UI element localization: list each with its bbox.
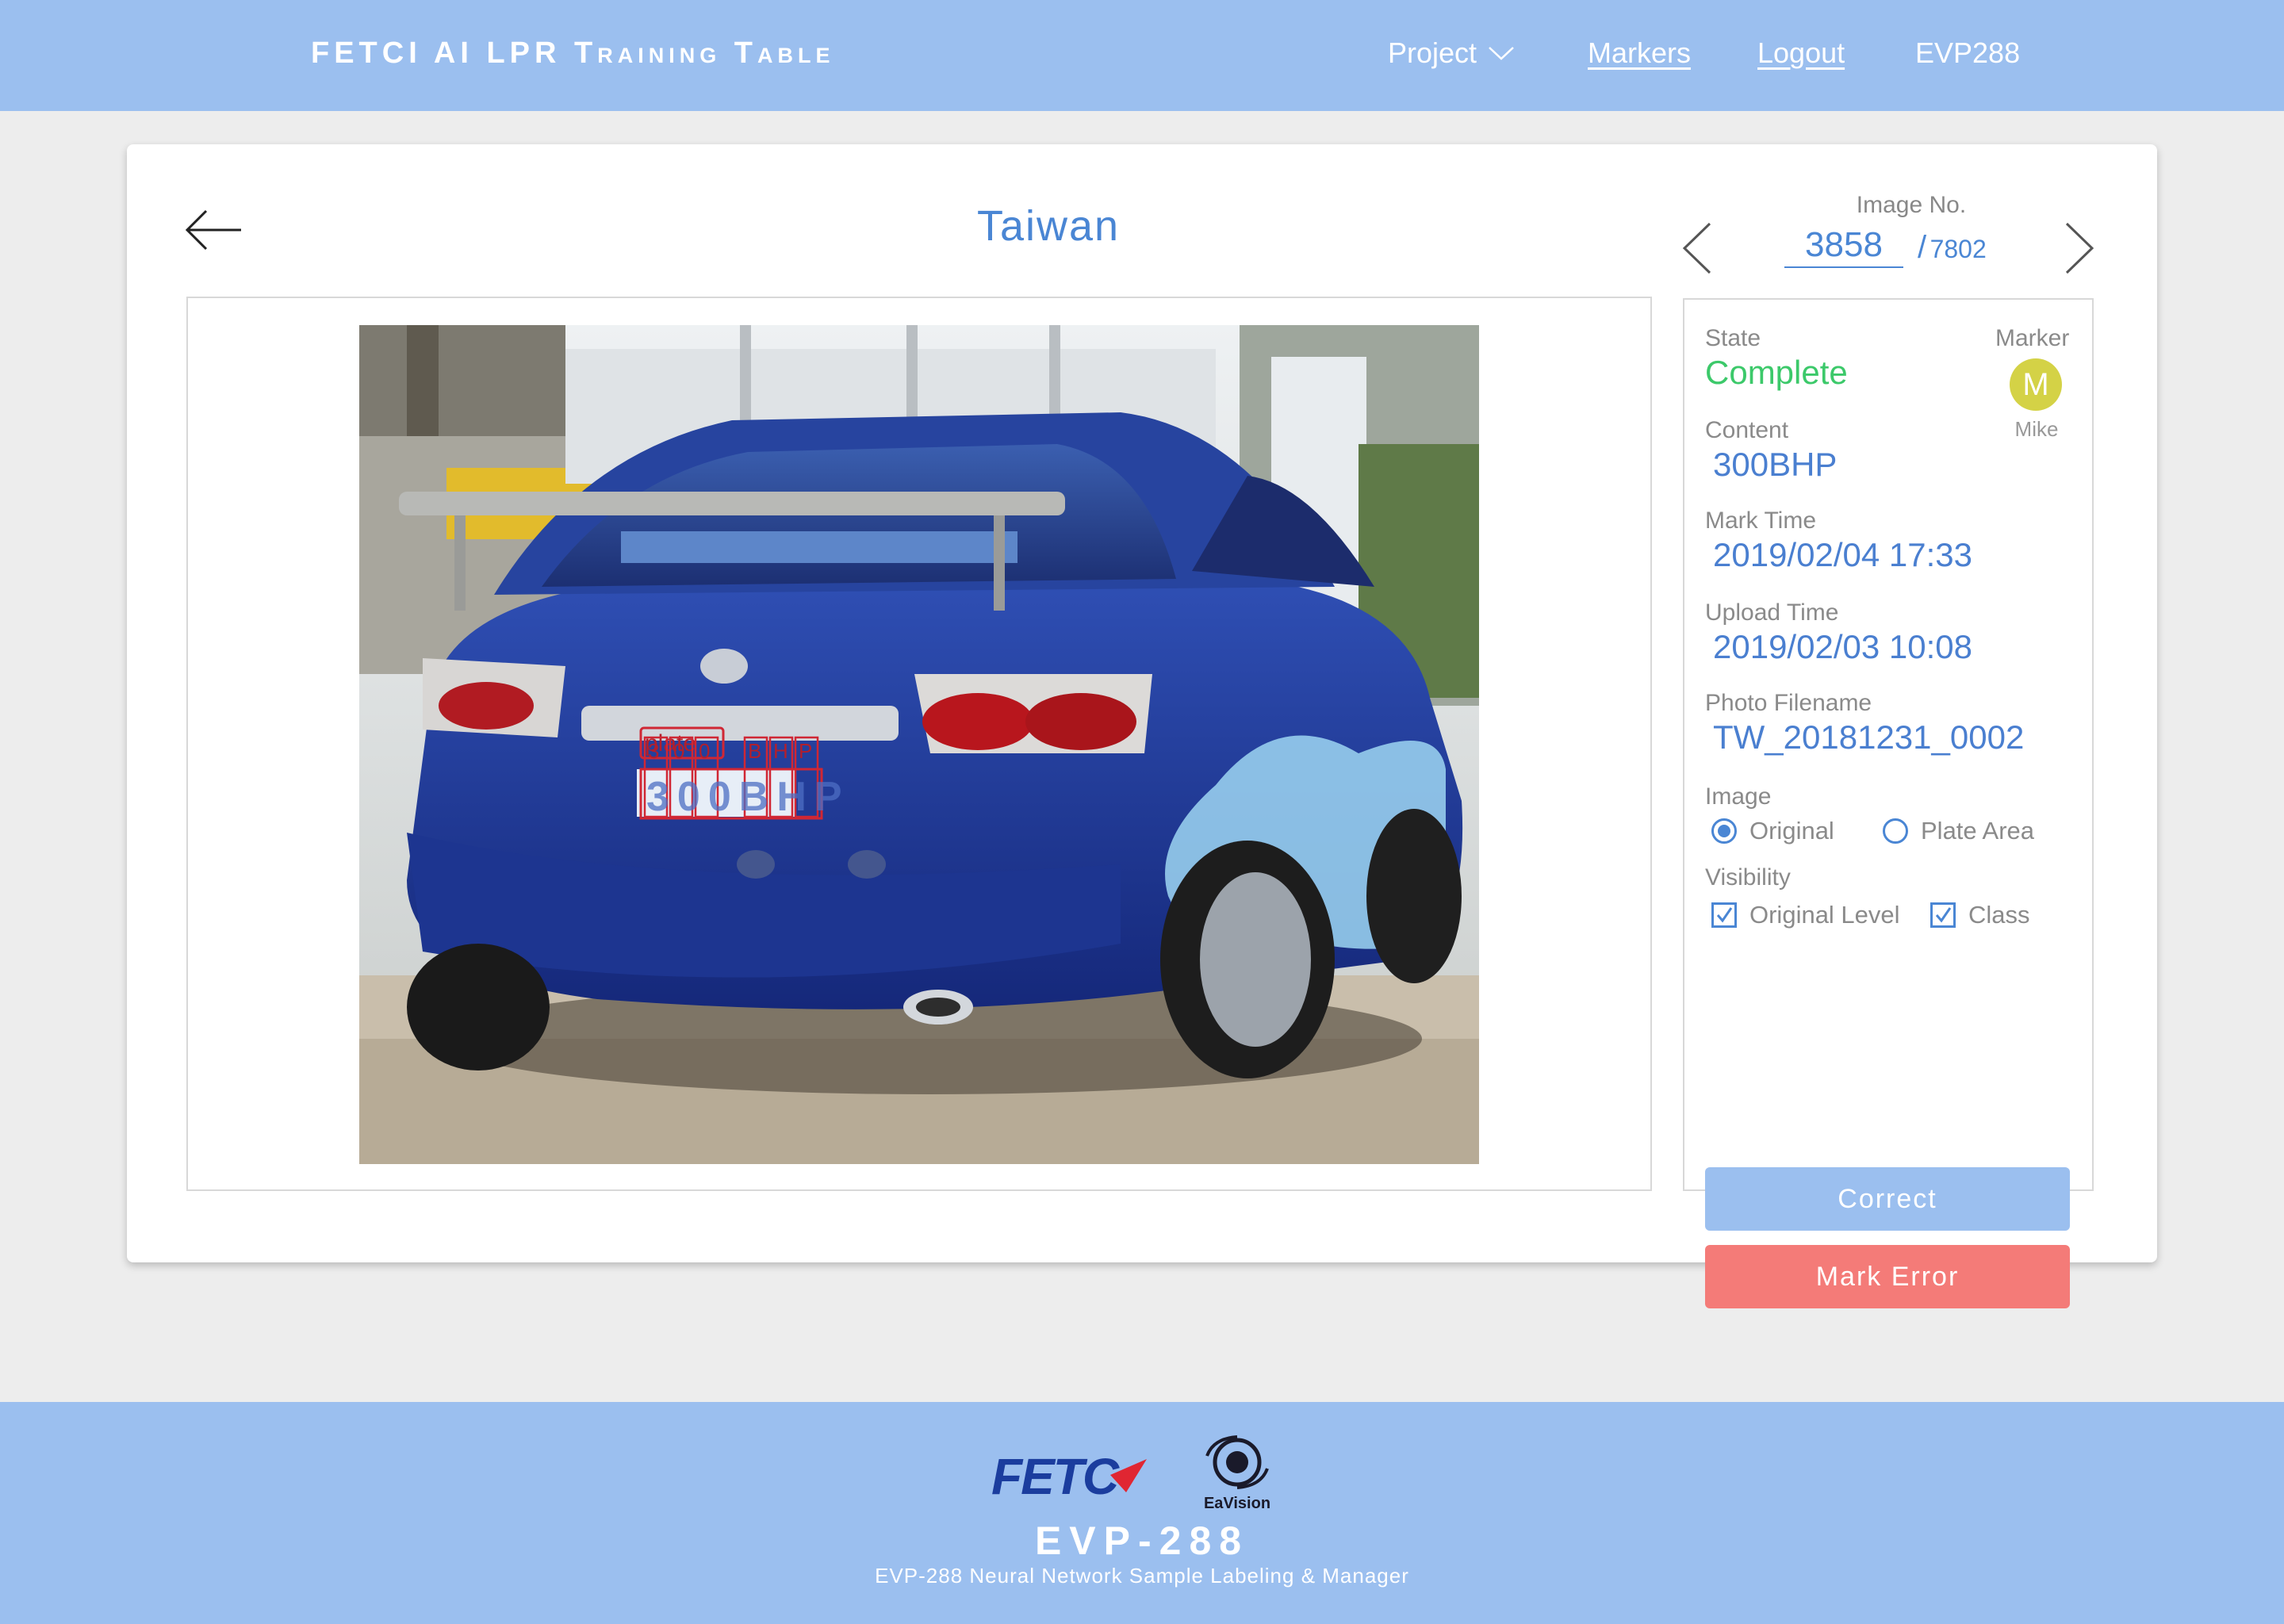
correct-button[interactable]: Correct [1705, 1167, 2070, 1231]
image-mode-label: Image [1705, 783, 1772, 810]
car-photo[interactable]: plate 300BHP 300BHP [359, 325, 1479, 1164]
class-checkbox[interactable]: Class [1930, 901, 2030, 929]
image-plate-area-radio[interactable]: Plate Area [1883, 817, 2034, 845]
visibility-label: Visibility [1705, 864, 1791, 891]
character-box-label: 0 [673, 739, 684, 763]
arrow-left-icon[interactable] [184, 206, 243, 254]
character-box-label: H [773, 739, 788, 763]
chevron-down-icon [1489, 47, 1514, 60]
car-photo-illustration: plate 300BHP 300BHP [359, 325, 1479, 1164]
marker-label: Marker [1995, 325, 2070, 351]
app-title: FETCI AI LPR Training Table [311, 36, 835, 70]
filename-label: Photo Filename [1705, 690, 1872, 716]
logout-link[interactable]: Logout [1757, 36, 1845, 70]
image-plate-area-label: Plate Area [1921, 817, 2035, 845]
radio-unchecked-icon [1883, 818, 1908, 844]
product-name: EVP-288 [1034, 1519, 1250, 1563]
image-number-input[interactable] [1784, 224, 1903, 268]
product-subtitle: EVP-288 Neural Network Sample Labeling &… [875, 1564, 1409, 1588]
page-title: Taiwan [976, 202, 1121, 250]
state-label: State [1705, 325, 1761, 351]
fetc-logo: FETC [991, 1448, 1147, 1505]
mark-error-button[interactable]: Mark Error [1705, 1245, 2070, 1308]
class-label: Class [1968, 901, 2030, 929]
radio-checked-icon [1711, 818, 1737, 844]
eavision-logo: EaVision [1204, 1435, 1270, 1512]
avatar: M [2010, 358, 2062, 411]
content-value: 300BHP [1713, 446, 1838, 483]
character-box-label: P [799, 739, 812, 763]
image-number-label: Image No. [1856, 192, 1967, 218]
image-original-radio[interactable]: Original [1711, 817, 1834, 845]
image-original-label: Original [1749, 817, 1834, 845]
checkbox-checked-icon [1711, 902, 1737, 928]
upload-time-label: Upload Time [1705, 599, 1839, 626]
mark-time-label: Mark Time [1705, 508, 1817, 534]
top-bar: FETCI AI LPR Training Table Project Mark… [0, 0, 2284, 111]
character-box-label: 3 [648, 739, 659, 763]
main-card: Taiwan Image No. / 7802 [127, 144, 2157, 1308]
user-name: EVP288 [1915, 36, 2021, 69]
fetc-logo-text: FETC [991, 1448, 1120, 1505]
image-total-count: 7802 [1930, 235, 1987, 263]
mark-time-value: 2019/02/04 17:33 [1713, 536, 1972, 573]
plate-text: 300BHP [646, 774, 850, 820]
filename-value: TW_20181231_0002 [1713, 718, 2025, 756]
marker-name: Mike [2014, 417, 2059, 441]
original-level-checkbox[interactable]: Original Level [1711, 901, 1900, 929]
original-level-label: Original Level [1749, 901, 1900, 929]
checkbox-checked-icon [1930, 902, 1956, 928]
character-box-label: 0 [699, 739, 710, 763]
chevron-right-icon[interactable] [2062, 220, 2097, 276]
eavision-logo-text: EaVision [1204, 1495, 1270, 1512]
content-label: Content [1705, 417, 1789, 443]
image-total: / 7802 [1918, 230, 1987, 266]
footer: FETC EaVision EVP-288 EVP-288 Neural Net… [0, 1402, 2284, 1624]
markers-link[interactable]: Markers [1588, 36, 1691, 70]
state-value: Complete [1705, 354, 1848, 391]
character-box-label: B [748, 739, 761, 763]
project-menu-label: Project [1388, 36, 1477, 69]
image-panel: plate 300BHP 300BHP [186, 297, 1652, 1191]
project-menu[interactable]: Project [1388, 36, 1515, 70]
chevron-left-icon[interactable] [1680, 220, 1715, 276]
image-total-slash: / [1918, 230, 1927, 265]
upload-time-value: 2019/02/03 10:08 [1713, 628, 1972, 665]
info-panel: State Complete Marker M Mike Content 300… [1683, 298, 2094, 1308]
